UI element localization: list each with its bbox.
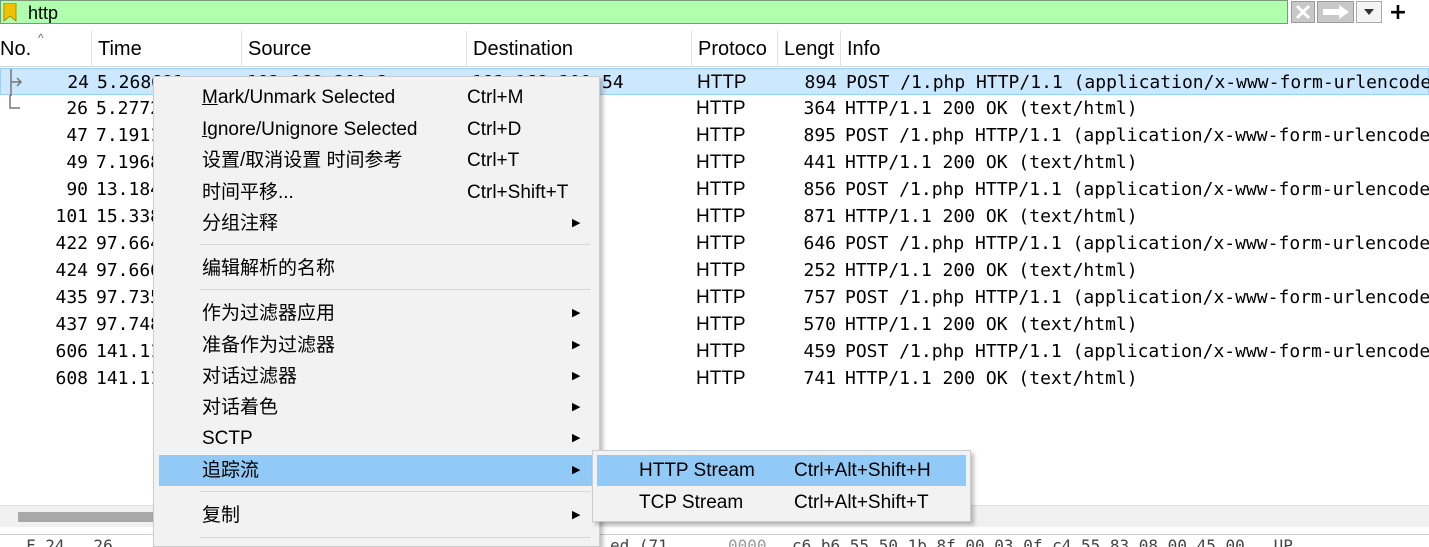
packet-protocol: HTTP <box>696 206 746 227</box>
clear-filter-button[interactable] <box>1291 1 1315 23</box>
packet-context-menu: Mark/Unmark Selected Ctrl+M Ignore/Unign… <box>153 76 600 547</box>
submenu-arrow-icon: ▶ <box>572 217 581 229</box>
menu-item-copy[interactable]: 复制 ▶ <box>159 500 596 531</box>
packet-info: POST /1.php HTTP/1.1 (application/x-www-… <box>845 179 1429 200</box>
column-header-source[interactable]: Source <box>242 31 467 67</box>
column-header-destination[interactable]: Destination <box>467 31 692 67</box>
packet-length: 895 <box>803 125 836 146</box>
submenu-arrow-icon: ▶ <box>572 464 581 476</box>
filter-text: http <box>28 3 59 23</box>
packet-info: HTTP/1.1 200 OK (text/html) <box>845 260 1138 281</box>
display-filter-toolbar: http + <box>0 0 1429 25</box>
packet-length: 741 <box>803 368 836 389</box>
sort-ascending-icon: ^ <box>38 31 44 45</box>
packet-number: 101 <box>55 206 88 227</box>
packet-length: 570 <box>803 314 836 335</box>
packet-length: 364 <box>803 98 836 119</box>
menu-item-time-reference[interactable]: 设置/取消设置 时间参考 Ctrl+T <box>159 145 596 176</box>
submenu-arrow-icon: ▶ <box>572 509 581 521</box>
packet-protocol: HTTP <box>696 233 746 254</box>
menu-separator <box>200 537 590 538</box>
packet-number: 49 <box>66 152 88 173</box>
packet-protocol: HTTP <box>696 260 746 281</box>
packet-info: POST /1.php HTTP/1.1 (application/x-www-… <box>846 72 1429 93</box>
packet-number: 422 <box>55 233 88 254</box>
close-icon <box>1295 4 1311 20</box>
submenu-arrow-icon: ▶ <box>572 307 581 319</box>
menu-item-sctp[interactable]: SCTP ▶ <box>159 423 596 454</box>
menu-item-follow-stream[interactable]: 追踪流 ▶ <box>159 455 596 486</box>
add-filter-button[interactable]: + <box>1384 0 1412 25</box>
packet-info: HTTP/1.1 200 OK (text/html) <box>845 368 1138 389</box>
packet-length: 894 <box>804 72 837 93</box>
bookmark-icon[interactable] <box>3 3 17 22</box>
menu-separator <box>200 491 590 492</box>
packet-length: 646 <box>803 233 836 254</box>
packet-number: 437 <box>55 314 88 335</box>
menu-separator <box>200 244 590 245</box>
packet-length: 871 <box>803 206 836 227</box>
packet-protocol: HTTP <box>697 72 747 93</box>
submenu-arrow-icon: ▶ <box>572 401 581 413</box>
packet-length: 856 <box>803 179 836 200</box>
menu-item-ignore-unignore[interactable]: Ignore/Unignore Selected Ctrl+D <box>159 114 596 145</box>
plus-icon: + <box>1388 0 1408 25</box>
packet-info: HTTP/1.1 200 OK (text/html) <box>845 152 1138 173</box>
menu-item-http-stream[interactable]: HTTP Stream Ctrl+Alt+Shift+H <box>597 455 966 486</box>
packet-info: HTTP/1.1 200 OK (text/html) <box>845 206 1138 227</box>
packet-list-header: No. ^ Time Source Destination Protoco Le… <box>0 31 1429 67</box>
column-header-time[interactable]: Time <box>92 31 242 67</box>
packet-number: 435 <box>55 287 88 308</box>
packet-number: 606 <box>55 341 88 362</box>
apply-filter-button[interactable] <box>1317 1 1354 23</box>
packet-length: 757 <box>803 287 836 308</box>
menu-item-conversation-filter[interactable]: 对话过滤器 ▶ <box>159 361 596 392</box>
packet-info: POST /1.php HTTP/1.1 (application/x-www-… <box>845 341 1429 362</box>
follow-stream-submenu: HTTP Stream Ctrl+Alt+Shift+H TCP Stream … <box>592 450 971 522</box>
display-filter-input[interactable]: http <box>0 0 1288 24</box>
arrow-right-icon <box>1322 5 1349 19</box>
menu-item-tcp-stream[interactable]: TCP Stream Ctrl+Alt+Shift+T <box>597 487 966 518</box>
menu-item-edit-resolved-name[interactable]: 编辑解析的名称 <box>159 253 596 284</box>
packet-length: 441 <box>803 152 836 173</box>
packet-info: HTTP/1.1 200 OK (text/html) <box>845 98 1138 119</box>
packet-length: 252 <box>803 260 836 281</box>
menu-item-packet-comment[interactable]: 分组注释 ▶ <box>159 208 596 239</box>
column-header-length[interactable]: Lengt <box>778 31 841 67</box>
packet-number: 424 <box>55 260 88 281</box>
chevron-down-icon <box>1364 9 1374 15</box>
packet-number: 47 <box>66 125 88 146</box>
packet-number: 608 <box>55 368 88 389</box>
packet-protocol: HTTP <box>696 179 746 200</box>
packet-info: POST /1.php HTTP/1.1 (application/x-www-… <box>845 233 1429 254</box>
packet-protocol: HTTP <box>696 125 746 146</box>
packet-protocol: HTTP <box>696 368 746 389</box>
submenu-arrow-icon: ▶ <box>572 432 581 444</box>
packet-length: 459 <box>803 341 836 362</box>
menu-item-time-shift[interactable]: 时间平移... Ctrl+Shift+T <box>159 177 596 208</box>
submenu-arrow-icon: ▶ <box>572 370 581 382</box>
filter-history-dropdown[interactable] <box>1356 1 1382 23</box>
packet-info: POST /1.php HTTP/1.1 (application/x-www-… <box>845 125 1429 146</box>
packet-protocol: HTTP <box>696 152 746 173</box>
packet-info: HTTP/1.1 200 OK (text/html) <box>845 314 1138 335</box>
packet-protocol: HTTP <box>696 314 746 335</box>
column-header-no[interactable]: No. ^ <box>0 31 92 67</box>
menu-item-prepare-as-filter[interactable]: 准备作为过滤器 ▶ <box>159 330 596 361</box>
menu-item-mark-unmark[interactable]: Mark/Unmark Selected Ctrl+M <box>159 82 596 113</box>
menu-item-colorize-conversation[interactable]: 对话着色 ▶ <box>159 392 596 423</box>
packet-protocol: HTTP <box>696 341 746 362</box>
menu-item-apply-as-filter[interactable]: 作为过滤器应用 ▶ <box>159 298 596 329</box>
request-arrow-icon <box>10 69 23 96</box>
packet-info: POST /1.php HTTP/1.1 (application/x-www-… <box>845 287 1429 308</box>
packet-protocol: HTTP <box>696 287 746 308</box>
column-header-protocol[interactable]: Protoco <box>692 31 778 67</box>
column-header-info[interactable]: Info <box>841 31 1429 67</box>
related-packet-icon <box>9 95 20 109</box>
packet-number: 90 <box>66 179 88 200</box>
menu-separator <box>200 289 590 290</box>
submenu-arrow-icon: ▶ <box>572 339 581 351</box>
packet-protocol: HTTP <box>696 98 746 119</box>
